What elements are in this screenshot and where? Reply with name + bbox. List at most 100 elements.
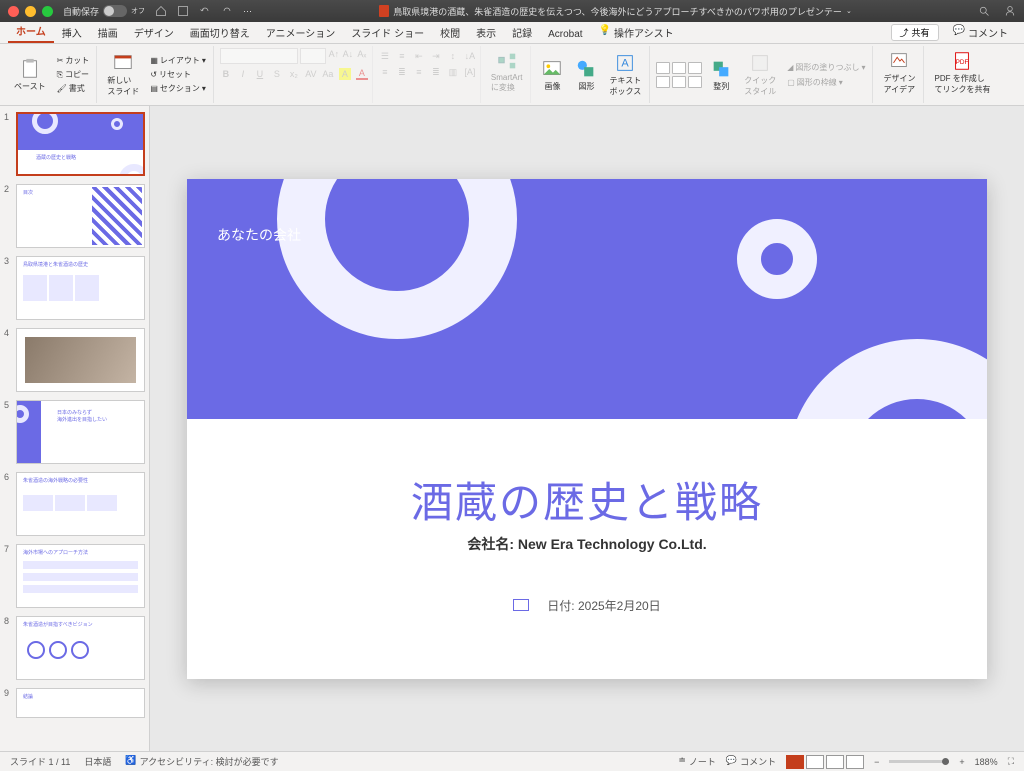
decrease-font-icon[interactable]: A↓ — [342, 48, 354, 60]
autosave-switch[interactable] — [103, 5, 127, 17]
normal-view-button[interactable] — [786, 755, 804, 769]
align-text-button[interactable]: [A] — [464, 66, 476, 78]
underline-button[interactable]: U — [254, 68, 266, 80]
slide-subtitle[interactable]: 会社名: New Era Technology Co.Ltd. — [187, 534, 987, 554]
tell-me[interactable]: 💡操作アシスト — [591, 22, 682, 43]
thumbnail-slide-1[interactable]: 酒蔵の歴史と戦略 — [16, 112, 145, 176]
line-spacing-button[interactable]: ↕ — [447, 50, 459, 62]
slide-canvas-area[interactable]: あなたの会社 酒蔵の歴史と戦略 会社名: New Era Technology … — [150, 106, 1024, 751]
zoom-slider[interactable] — [889, 760, 949, 763]
tab-record[interactable]: 記録 — [504, 22, 540, 43]
close-window-button[interactable] — [8, 6, 19, 17]
comments-button[interactable]: 💬コメント — [945, 22, 1016, 43]
shapes-button[interactable]: 図形 — [571, 56, 601, 94]
design-ideas-button[interactable]: デザイン アイデア — [879, 48, 919, 97]
thumbnail-slide-2[interactable]: 目次 — [16, 184, 145, 248]
slide-counter[interactable]: スライド 1 / 11 — [10, 755, 70, 768]
share-button[interactable]: ⤴共有 — [891, 24, 939, 41]
tab-review[interactable]: 校閲 — [432, 22, 468, 43]
strike-button[interactable]: S — [271, 68, 283, 80]
comments-status-button[interactable]: 💬コメント — [726, 755, 776, 768]
account-icon[interactable] — [1004, 5, 1016, 17]
highlight-button[interactable]: A — [339, 68, 351, 80]
bullets-button[interactable]: ☰ — [379, 50, 391, 62]
slideshow-view-button[interactable] — [846, 755, 864, 769]
tab-design[interactable]: デザイン — [126, 22, 182, 43]
thumbnail-slide-9[interactable]: 結論 — [16, 688, 145, 718]
save-icon[interactable] — [177, 5, 189, 17]
company-placeholder[interactable]: あなたの会社 — [217, 225, 301, 245]
section-button[interactable]: ▤セクション▾ — [147, 82, 209, 95]
new-slide-button[interactable]: 新しい スライド — [103, 50, 143, 99]
textbox-button[interactable]: Aテキスト ボックス — [605, 50, 645, 99]
smartart-button[interactable]: SmartArt に変換 — [487, 48, 527, 95]
reading-view-button[interactable] — [826, 755, 844, 769]
shape-outline-button[interactable]: ▢図形の枠線▾ — [784, 76, 868, 89]
title-chevron-icon[interactable]: ⌄ — [846, 7, 852, 15]
tab-slideshow[interactable]: スライド ショー — [343, 22, 432, 43]
tab-acrobat[interactable]: Acrobat — [540, 26, 590, 43]
zoom-level[interactable]: 188% — [975, 757, 998, 767]
subscript-button[interactable]: x₂ — [288, 68, 300, 80]
shape-gallery[interactable] — [656, 62, 702, 88]
paste-button[interactable]: ペースト — [10, 56, 50, 94]
quickstyle-button[interactable]: クイック スタイル — [740, 50, 780, 99]
zoom-in-button[interactable]: + — [959, 757, 964, 767]
font-color-button[interactable]: A — [356, 68, 368, 80]
tab-draw[interactable]: 描画 — [90, 22, 126, 43]
align-center-button[interactable]: ≣ — [396, 66, 408, 78]
slide-main[interactable]: あなたの会社 酒蔵の歴史と戦略 会社名: New Era Technology … — [187, 179, 987, 679]
align-right-button[interactable]: ≡ — [413, 66, 425, 78]
create-pdf-button[interactable]: PDFPDF を作成し てリンクを共有 — [930, 48, 994, 97]
justify-button[interactable]: ≣ — [430, 66, 442, 78]
thumbnail-slide-4[interactable] — [16, 328, 145, 392]
tab-animations[interactable]: アニメーション — [258, 22, 344, 43]
shape-fill-button[interactable]: ◢図形の塗りつぶし▾ — [784, 61, 868, 74]
tab-home[interactable]: ホーム — [8, 20, 54, 43]
spacing-button[interactable]: AV — [305, 68, 317, 80]
increase-font-icon[interactable]: A↑ — [328, 48, 340, 60]
italic-button[interactable]: I — [237, 68, 249, 80]
home-icon[interactable] — [155, 5, 167, 17]
indent-inc-button[interactable]: ⇥ — [430, 50, 442, 62]
redo-icon[interactable] — [221, 5, 233, 17]
layout-button[interactable]: ▦レイアウト▾ — [147, 54, 209, 67]
thumbnail-slide-3[interactable]: 鳥取県境港と朱雀酒造の歴史 — [16, 256, 145, 320]
accessibility-status[interactable]: ♿アクセシビリティ: 検討が必要です — [125, 755, 278, 768]
thumbnail-slide-6[interactable]: 朱雀酒造の海外戦略の必要性 — [16, 472, 145, 536]
indent-dec-button[interactable]: ⇤ — [413, 50, 425, 62]
case-button[interactable]: Aa — [322, 68, 334, 80]
qat-more-icon[interactable]: ⋯ — [243, 6, 253, 17]
maximize-window-button[interactable] — [42, 6, 53, 17]
align-left-button[interactable]: ≡ — [379, 66, 391, 78]
tab-transitions[interactable]: 画面切り替え — [182, 22, 258, 43]
thumbnail-slide-8[interactable]: 朱雀酒造が目指すべきビジョン — [16, 616, 145, 680]
zoom-out-button[interactable]: − — [874, 757, 879, 767]
slide-title[interactable]: 酒蔵の歴史と戦略 — [187, 469, 987, 530]
thumbnail-slide-5[interactable]: 日本のみならず 海外進出を目指したい — [16, 400, 145, 464]
search-icon[interactable] — [978, 5, 990, 17]
slide-date-row[interactable]: 日付: 2025年2月20日 — [187, 597, 987, 614]
text-direction-button[interactable]: ↓A — [464, 50, 476, 62]
clear-format-icon[interactable]: Aₓ — [356, 48, 368, 60]
thumbnail-slide-7[interactable]: 海外市場へのアプローチ方法 — [16, 544, 145, 608]
notes-button[interactable]: ≐ノート — [678, 755, 716, 768]
columns-button[interactable]: ▥ — [447, 66, 459, 78]
slide-thumbnails-panel[interactable]: 1 酒蔵の歴史と戦略 2 目次 3 鳥取県境港と朱雀酒造の歴史 4 5 — [0, 106, 150, 751]
cut-button[interactable]: ✂カット — [54, 54, 93, 67]
reset-button[interactable]: ↺リセット — [147, 68, 209, 81]
sorter-view-button[interactable] — [806, 755, 824, 769]
copy-button[interactable]: ⎘コピー — [54, 68, 93, 81]
undo-icon[interactable] — [199, 5, 211, 17]
tab-insert[interactable]: 挿入 — [54, 22, 90, 43]
autosave-toggle[interactable]: 自動保存 オフ — [63, 5, 145, 18]
minimize-window-button[interactable] — [25, 6, 36, 17]
language-status[interactable]: 日本語 — [84, 755, 111, 768]
font-size-select[interactable] — [300, 48, 326, 64]
format-painter-button[interactable]: 🖌書式 — [54, 82, 93, 95]
arrange-button[interactable]: 整列 — [706, 56, 736, 94]
picture-button[interactable]: 画像 — [537, 56, 567, 94]
bold-button[interactable]: B — [220, 68, 232, 80]
numbering-button[interactable]: ≡ — [396, 50, 408, 62]
tab-view[interactable]: 表示 — [468, 22, 504, 43]
